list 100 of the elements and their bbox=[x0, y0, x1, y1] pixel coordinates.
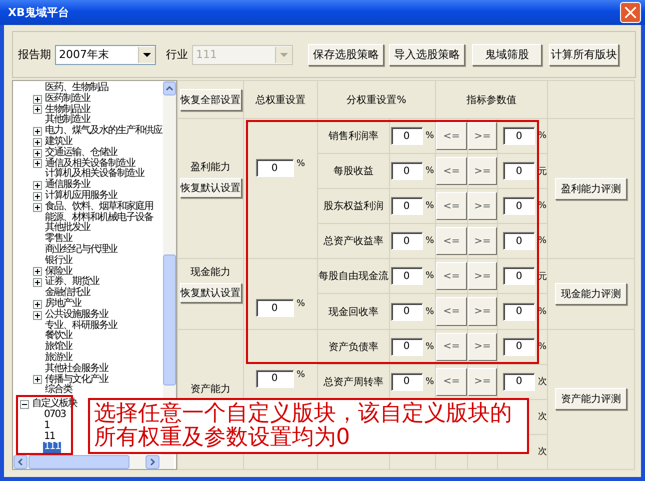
tree-item[interactable]: 11 bbox=[43, 432, 56, 442]
total-weight-field[interactable]: 0 bbox=[256, 299, 294, 318]
tree-item[interactable]: 医药、生物制品 bbox=[44, 83, 109, 94]
column-header: 总权重设置 bbox=[244, 81, 318, 119]
indicator-label: 每股收益 bbox=[334, 165, 374, 178]
less-equal-button[interactable]: <= bbox=[436, 332, 467, 361]
value-field[interactable]: 0 bbox=[503, 162, 535, 180]
unit-label: % bbox=[426, 236, 434, 246]
tree-item[interactable]: 1 bbox=[43, 420, 50, 432]
less-equal-button[interactable]: <= bbox=[436, 262, 467, 290]
unit-label: % bbox=[426, 342, 434, 352]
tree-item[interactable]: 房地产业 bbox=[44, 298, 82, 310]
group-name: 盈利能力 bbox=[190, 160, 230, 174]
less-equal-button[interactable]: <= bbox=[436, 368, 467, 396]
unit-label: 次 bbox=[538, 376, 547, 388]
value-field[interactable]: 0 bbox=[503, 197, 535, 216]
group-name: 现金能力 bbox=[190, 266, 230, 279]
unit-label: 元 bbox=[538, 166, 547, 178]
reset-all-button[interactable]: 恢复全部设置 bbox=[180, 88, 242, 110]
less-equal-button[interactable]: <= bbox=[436, 157, 467, 186]
tree-item[interactable]: 交通运输、仓储业 bbox=[44, 148, 118, 159]
weight-field[interactable]: 0 bbox=[390, 197, 422, 216]
tree-item[interactable]: 电力、煤气及水的生产和供应 bbox=[44, 126, 163, 137]
indicator-label: 总资产收益率 bbox=[324, 234, 384, 248]
value-field[interactable]: 0 bbox=[503, 267, 535, 286]
toolbar-button[interactable]: 鬼域筛股 bbox=[472, 44, 542, 66]
value-field[interactable]: 0 bbox=[503, 372, 535, 391]
tree-item[interactable]: 0703 bbox=[43, 410, 66, 421]
unit-label: % bbox=[296, 299, 306, 310]
indicator-label: 销售利润率 bbox=[328, 130, 378, 144]
tree-item[interactable]: 医药制造业 bbox=[44, 94, 91, 105]
value-field[interactable]: 0 bbox=[503, 232, 535, 250]
indicator-label: 股东权益利润 bbox=[324, 200, 384, 214]
unit-label: % bbox=[296, 370, 306, 380]
unit-label: 次 bbox=[538, 410, 547, 424]
tree-item[interactable]: 商业经纪与代理业 bbox=[44, 244, 118, 256]
value-field[interactable]: 0 bbox=[503, 302, 535, 321]
tree-item[interactable]: 其他社会服务业 bbox=[44, 364, 109, 375]
unit-label: 次 bbox=[538, 446, 547, 458]
weight-field[interactable]: 0 bbox=[390, 338, 422, 356]
total-weight-field[interactable]: 0 bbox=[256, 159, 294, 177]
tree-item[interactable]: 食品、饮料、烟草和家庭用 bbox=[44, 202, 154, 213]
tree-item[interactable]: 综合类 bbox=[44, 385, 73, 396]
window-title: XB鬼域平台 bbox=[8, 5, 69, 20]
tree-item[interactable]: 111 bbox=[43, 442, 62, 454]
greater-equal-button[interactable]: >= bbox=[468, 332, 497, 361]
weight-field[interactable]: 0 bbox=[390, 302, 422, 321]
total-weight-field[interactable]: 0 bbox=[256, 370, 294, 388]
unit-label: % bbox=[296, 159, 306, 169]
tree-item[interactable]: 计算机应用服务业 bbox=[44, 190, 118, 202]
weight-field[interactable]: 0 bbox=[390, 162, 422, 180]
toolbar-button[interactable]: 计算所有版块 bbox=[549, 44, 619, 66]
unit-label: 元 bbox=[538, 270, 547, 283]
column-header: 分权重设置% bbox=[318, 81, 436, 119]
period-dropdown[interactable]: 2007年末 bbox=[55, 44, 156, 64]
less-equal-button[interactable]: <= bbox=[436, 297, 467, 326]
unit-label: % bbox=[426, 271, 434, 282]
restore-defaults-button[interactable]: 恢复默认设置 bbox=[180, 282, 242, 303]
unit-label: % bbox=[426, 201, 434, 212]
less-equal-button[interactable]: <= bbox=[436, 122, 467, 150]
column-header: 指标参数值 bbox=[436, 81, 548, 119]
tree-item[interactable]: 建筑业 bbox=[44, 136, 73, 148]
greater-equal-button[interactable]: >= bbox=[468, 297, 497, 326]
unit-label: % bbox=[426, 376, 434, 387]
toolbar-button[interactable]: 保存选股策略 bbox=[308, 44, 384, 66]
annotation-note: 选择任意一个自定义版块，该自定义版块的所有权重及参数设置均为0 bbox=[88, 398, 529, 454]
indicator-label: 现金回收率 bbox=[328, 306, 378, 319]
weight-field[interactable]: 0 bbox=[390, 267, 422, 286]
unit-label: % bbox=[426, 166, 434, 176]
tree-item[interactable]: 旅馆业 bbox=[44, 342, 73, 353]
less-equal-button[interactable]: <= bbox=[436, 192, 467, 220]
field-label: 行业 bbox=[166, 47, 188, 62]
tree-item[interactable]: 公共设施服务业 bbox=[44, 310, 109, 321]
unit-label: % bbox=[426, 131, 434, 142]
value-field[interactable]: 0 bbox=[503, 127, 535, 146]
tree-item[interactable]: 银行业 bbox=[44, 256, 73, 267]
greater-equal-button[interactable]: >= bbox=[468, 192, 497, 220]
value-field[interactable]: 0 bbox=[503, 338, 535, 356]
tree-item[interactable]: 通信服务业 bbox=[44, 180, 91, 191]
less-equal-button[interactable]: <= bbox=[436, 227, 467, 256]
evaluate-button[interactable]: 盈利能力评测 bbox=[555, 178, 627, 200]
restore-defaults-button[interactable]: 恢复默认设置 bbox=[180, 178, 242, 198]
greater-equal-button[interactable]: >= bbox=[468, 368, 497, 396]
tree-item[interactable]: 金融信托业 bbox=[44, 288, 91, 299]
greater-equal-button[interactable]: >= bbox=[468, 122, 497, 150]
evaluate-button[interactable]: 资产能力评测 bbox=[555, 388, 627, 410]
weight-field[interactable]: 0 bbox=[390, 232, 422, 250]
weight-field[interactable]: 0 bbox=[390, 372, 422, 391]
tree-item[interactable]: 旅游业 bbox=[44, 352, 73, 364]
indicator-label: 每股自由现金流 bbox=[318, 270, 388, 284]
greater-equal-button[interactable]: >= bbox=[468, 262, 497, 290]
weight-field[interactable]: 0 bbox=[390, 127, 422, 146]
evaluate-button[interactable]: 现金能力评测 bbox=[555, 282, 627, 305]
indicator-label: 资产负债率 bbox=[328, 340, 378, 354]
tree-item[interactable]: 零售业 bbox=[44, 234, 73, 245]
unit-label: % bbox=[426, 306, 434, 317]
greater-equal-button[interactable]: >= bbox=[468, 227, 497, 256]
greater-equal-button[interactable]: >= bbox=[468, 157, 497, 186]
group-name: 资产能力 bbox=[190, 382, 230, 396]
toolbar-button[interactable]: 导入选股策略 bbox=[389, 44, 465, 66]
